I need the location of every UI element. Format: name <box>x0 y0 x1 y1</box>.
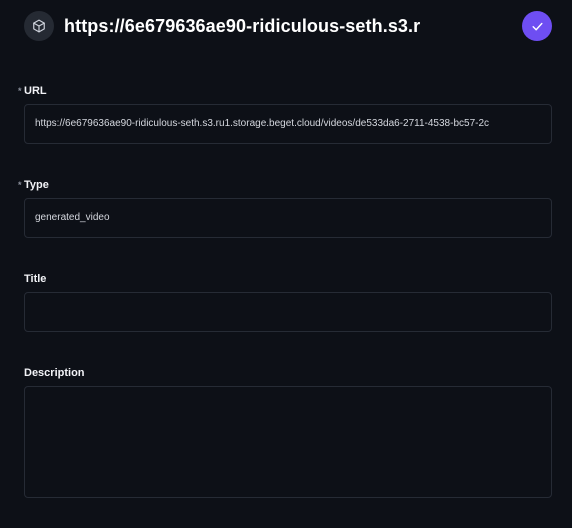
type-input[interactable] <box>24 198 552 238</box>
title-input[interactable] <box>24 292 552 332</box>
type-field: * Type <box>18 178 552 238</box>
url-field: * URL <box>18 84 552 144</box>
check-icon <box>531 22 543 30</box>
page-title: https://6e679636ae90-ridiculous-seth.s3.… <box>64 15 420 36</box>
panel-header: https://6e679636ae90-ridiculous-seth.s3.… <box>24 8 552 44</box>
title-label-text: Title <box>24 273 47 285</box>
media-editor-panel: https://6e679636ae90-ridiculous-seth.s3.… <box>0 0 572 528</box>
title-field: Title <box>24 272 552 332</box>
title-label: Title <box>24 272 552 286</box>
description-textarea[interactable] <box>24 386 552 498</box>
required-mark: * <box>18 86 22 96</box>
description-label: Description <box>24 366 552 380</box>
type-label: * Type <box>18 178 552 192</box>
url-input[interactable] <box>24 104 552 144</box>
description-field: Description <box>24 366 552 498</box>
type-label-text: Type <box>24 179 49 191</box>
description-label-text: Description <box>24 367 85 379</box>
url-label: * URL <box>18 84 552 98</box>
confirm-button[interactable] <box>522 11 552 41</box>
required-mark: * <box>18 180 22 190</box>
cube-icon <box>24 11 54 41</box>
url-label-text: URL <box>24 85 47 97</box>
